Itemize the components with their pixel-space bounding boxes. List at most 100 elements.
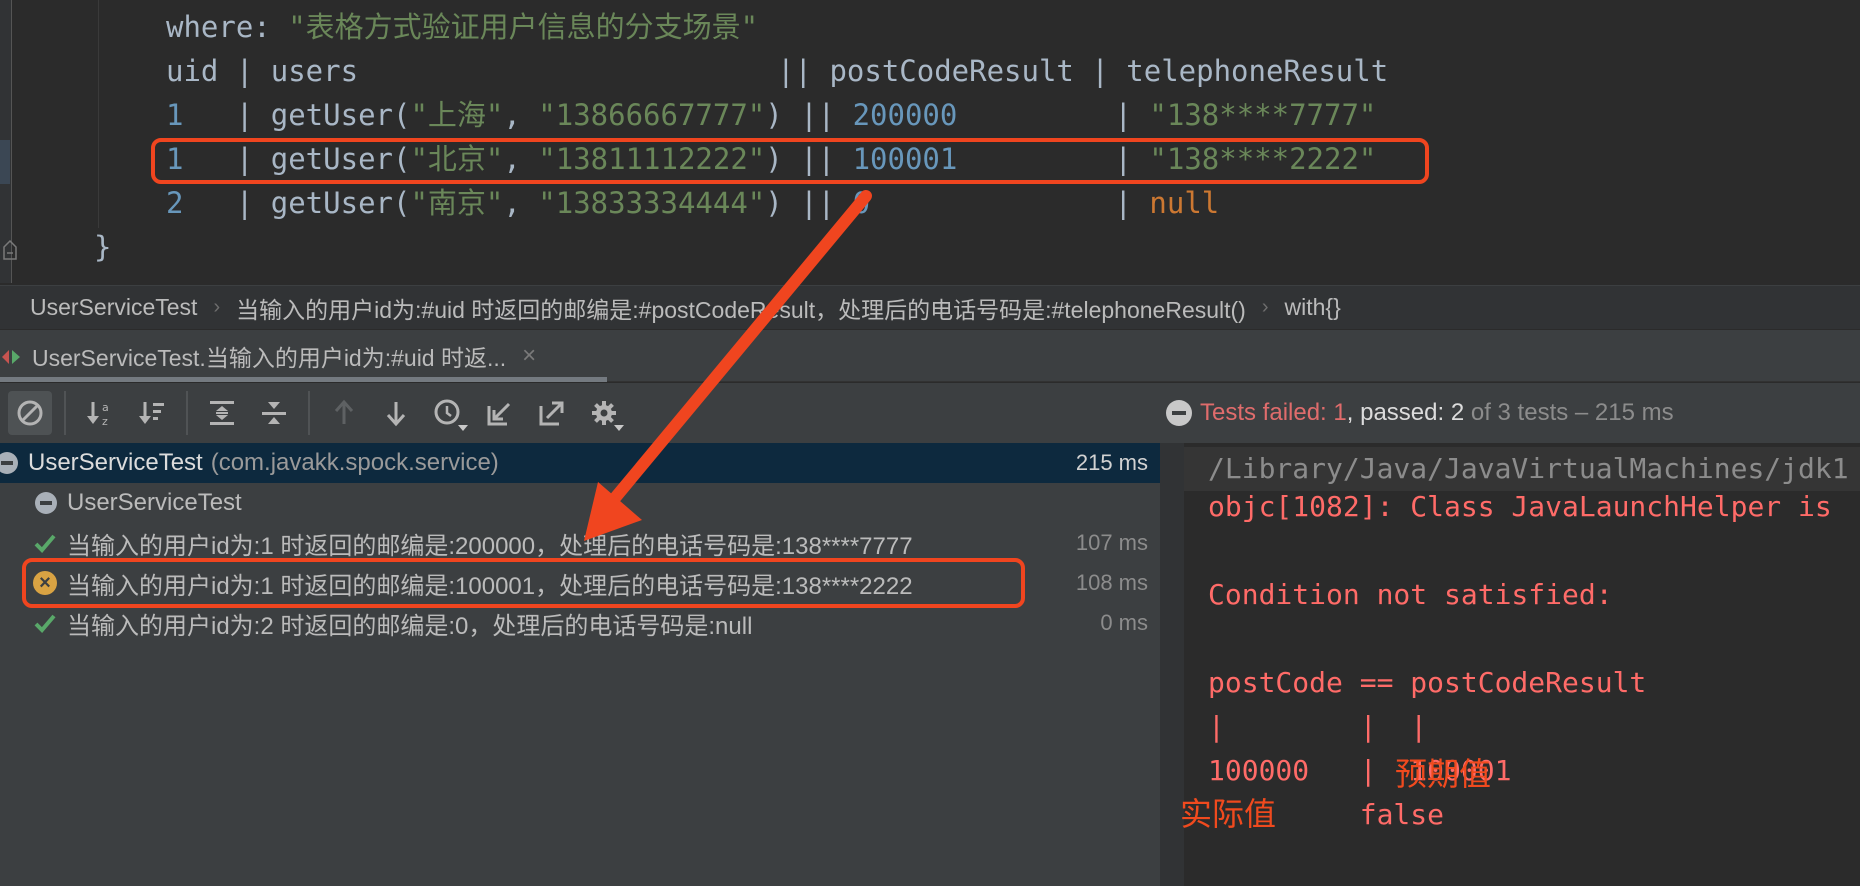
tree-row-test[interactable]: 当输入的用户id为:2 时返回的邮编是:0，处理后的电话号码是:null 0 m… [0, 603, 1160, 643]
code-token: "138****7777" [1149, 98, 1377, 132]
tab-run-configuration[interactable]: UserServiceTest.当输入的用户id为:#uid 时返... × [0, 330, 607, 382]
tree-root-time: 215 ms [1075, 450, 1148, 475]
test-label: 当输入的用户id为:2 时返回的邮编是:0，处理后的电话号码是:null [67, 612, 753, 640]
import-tests-button[interactable] [478, 391, 522, 435]
code-token: 1 [166, 142, 184, 176]
tree-root-package: (com.javakk.spock.service) [210, 449, 499, 476]
test-results-tree: UserServiceTest (com.javakk.spock.servic… [0, 443, 1160, 886]
close-icon[interactable]: × [522, 342, 536, 370]
console-output[interactable]: /Library/Java/JavaVirtualMachines/jdk1 ob… [1160, 443, 1860, 886]
toolbar-divider [64, 391, 66, 435]
code-token: ) || [765, 186, 853, 220]
test-failed-icon: × [33, 571, 57, 595]
dropdown-indicator [458, 425, 468, 431]
code-token: "上海" [410, 98, 504, 132]
code-token: uid | users || postCodeResult | telephon… [166, 54, 1389, 88]
code-token: } [94, 230, 112, 264]
passed-label: , passed: [1346, 399, 1451, 426]
tree-row-root[interactable]: UserServiceTest (com.javakk.spock.servic… [0, 443, 1160, 483]
test-label: 当输入的用户id为:1 时返回的邮编是:100001，处理后的电话号码是:138… [67, 572, 913, 600]
code-token: | getUser( [183, 186, 411, 220]
sort-by-duration-button[interactable] [130, 391, 174, 435]
next-failed-test-button[interactable] [374, 391, 418, 435]
fold-collapse-icon[interactable] [2, 240, 18, 260]
code-line: uid | users || postCodeResult | telephon… [166, 49, 1388, 93]
test-summary: Tests failed: 1, passed: 2 of 3 tests – … [1200, 399, 1674, 427]
tree-row-suite[interactable]: UserServiceTest [0, 483, 1160, 523]
tree-root-label: UserServiceTest [28, 449, 203, 476]
indent-guide [98, 0, 99, 228]
export-tests-button[interactable] [530, 391, 574, 435]
test-time: 108 ms [1075, 570, 1148, 595]
code-token: | getUser( [183, 142, 411, 176]
code-token: , [503, 98, 539, 132]
gutter-current-line-marker [0, 140, 10, 184]
sort-by-duration-icon [139, 402, 164, 424]
tree-suite-label: UserServiceTest [67, 489, 242, 516]
previous-failed-test-button[interactable] [322, 391, 366, 435]
sort-alphabetically-button[interactable]: az [78, 391, 122, 435]
test-passed-icon [34, 534, 56, 553]
code-token: | [957, 142, 1150, 176]
code-token: "13866667777" [538, 98, 766, 132]
code-line: where: "表格方式验证用户信息的分支场景" [166, 5, 758, 49]
clock-history-icon [434, 399, 460, 425]
collapse-all-button[interactable] [252, 391, 296, 435]
test-runner-toolbar: az [0, 383, 1160, 443]
suite-icon [35, 492, 57, 514]
active-tab-indicator [0, 377, 607, 382]
code-token: , [503, 186, 539, 220]
code-token: "南京" [410, 186, 504, 220]
breadcrumb-method[interactable]: 当输入的用户id为:#uid 时返回的邮编是:#postCodeResult，处… [236, 291, 1246, 325]
code-token: | getUser( [183, 98, 411, 132]
tree-row-test[interactable]: × 当输入的用户id为:1 时返回的邮编是:100001，处理后的电话号码是:1… [0, 563, 1160, 603]
code-line: } [94, 225, 111, 269]
code-token: 100001 [852, 142, 958, 176]
stop-rerun-button[interactable] [8, 391, 52, 435]
failed-count: 1 [1333, 399, 1347, 426]
total-summary: of 3 tests – 215 ms [1464, 399, 1674, 426]
test-history-button[interactable] [426, 391, 470, 435]
arrow-down-icon [386, 402, 406, 427]
code-token: 2 [166, 186, 184, 220]
test-run-icon [2, 350, 20, 364]
test-passed-icon [34, 614, 56, 633]
code-token: "北京" [410, 142, 504, 176]
collapse-all-icon [262, 402, 286, 424]
export-icon [539, 401, 564, 426]
actual-value-annotation: 实际值 [1180, 795, 1277, 833]
code-token: 0 [852, 186, 871, 220]
run-tab-label: UserServiceTest.当输入的用户id为:#uid 时返... [32, 345, 507, 371]
test-time: 107 ms [1075, 530, 1148, 555]
test-status-bar: Tests failed: 1, passed: 2 of 3 tests – … [1160, 383, 1860, 443]
breadcrumb-class[interactable]: UserServiceTest [30, 294, 197, 321]
test-label: 当输入的用户id为:1 时返回的邮编是:200000，处理后的电话号码是:138… [67, 532, 913, 560]
code-token: null [1149, 186, 1220, 220]
expand-all-icon [210, 401, 234, 425]
stop-rerun-icon [17, 400, 43, 426]
code-token: , [503, 142, 539, 176]
breadcrumb-block[interactable]: with{} [1285, 294, 1341, 321]
code-token: | [957, 98, 1150, 132]
expand-all-button[interactable] [200, 391, 244, 435]
toolbar-divider [308, 391, 310, 435]
dropdown-indicator [614, 425, 624, 431]
code-token: "表格方式验证用户信息的分支场景" [288, 10, 759, 44]
breadcrumb-separator: › [213, 296, 221, 318]
sort-alphabetically-icon: az [87, 401, 109, 428]
tree-row-test[interactable]: 当输入的用户id为:1 时返回的邮编是:200000，处理后的电话号码是:138… [0, 523, 1160, 563]
tests-failed-status-icon [1166, 400, 1192, 426]
code-line: 2 | getUser("南京", "13833334444") || 0 | … [166, 181, 1219, 225]
code-token: "138****2222" [1149, 142, 1377, 176]
failed-label: Tests failed: [1200, 399, 1334, 426]
console-error-line: postCode == postCodeResult [1208, 666, 1647, 699]
code-editor[interactable]: where: "表格方式验证用户信息的分支场景" uid | users || p… [0, 0, 1860, 283]
suite-ignored-icon [0, 452, 18, 474]
code-token: 200000 [852, 98, 958, 132]
svg-text:z: z [102, 415, 108, 428]
code-line: 1 | getUser("北京", "13811112222") || 1000… [166, 137, 1376, 181]
console-error-line: Condition not satisfied: [1208, 578, 1613, 611]
code-token: "13811112222" [538, 142, 766, 176]
test-time: 0 ms [1100, 610, 1148, 635]
settings-button[interactable] [582, 391, 626, 435]
